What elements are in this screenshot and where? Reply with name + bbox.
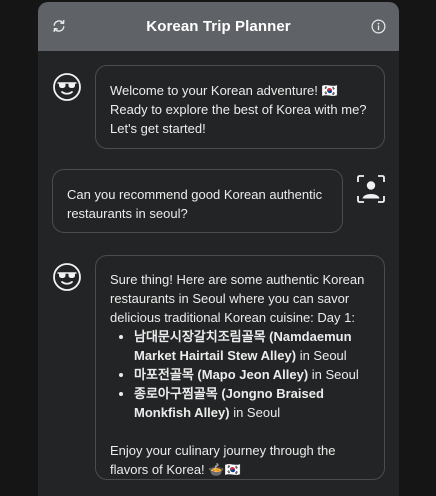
app-title: Korean Trip Planner xyxy=(146,18,291,35)
restaurant-location: in Seoul xyxy=(296,348,347,363)
assistant-message-outro: Enjoy your culinary journey through the … xyxy=(110,443,336,477)
user-message-bubble: Can you recommend good Korean authentic … xyxy=(52,169,343,233)
assistant-message-bubble: Welcome to your Korean adventure! 🇰🇷 Rea… xyxy=(95,65,385,149)
user-message-text: Can you recommend good Korean authentic … xyxy=(67,187,323,221)
chat-window: Korean Trip Planner Welcome to your Kore… xyxy=(38,2,399,496)
assistant-avatar xyxy=(52,72,82,102)
cool-face-icon xyxy=(53,263,81,291)
title-bar: Korean Trip Planner xyxy=(38,2,399,51)
assistant-message-text: Welcome to your Korean adventure! 🇰🇷 Rea… xyxy=(110,83,367,136)
assistant-message-bubble: Sure thing! Here are some authentic Kore… xyxy=(95,255,385,480)
refresh-icon xyxy=(53,19,65,33)
list-item: 종로아구찜골목 (Jongno Braised Monkfish Alley) … xyxy=(134,384,370,422)
cool-face-icon xyxy=(53,73,81,101)
restaurant-name: 마포전골목 (Mapo Jeon Alley) xyxy=(134,367,309,382)
list-item: 마포전골목 (Mapo Jeon Alley) in Seoul xyxy=(134,365,370,384)
restaurant-list: 남대문시장갈치조림골목 (Namdaemun Market Hairtail S… xyxy=(110,327,370,422)
assistant-avatar xyxy=(52,262,82,292)
list-item: 남대문시장갈치조림골목 (Namdaemun Market Hairtail S… xyxy=(134,327,370,365)
restaurant-location: in Seoul xyxy=(229,405,281,420)
user-avatar xyxy=(356,174,386,204)
info-icon xyxy=(371,19,385,33)
info-button[interactable] xyxy=(369,17,387,35)
user-portrait-icon xyxy=(357,175,385,203)
restaurant-location: in Seoul xyxy=(308,367,359,382)
refresh-button[interactable] xyxy=(50,17,68,35)
assistant-message-intro: Sure thing! Here are some authentic Kore… xyxy=(110,272,365,325)
